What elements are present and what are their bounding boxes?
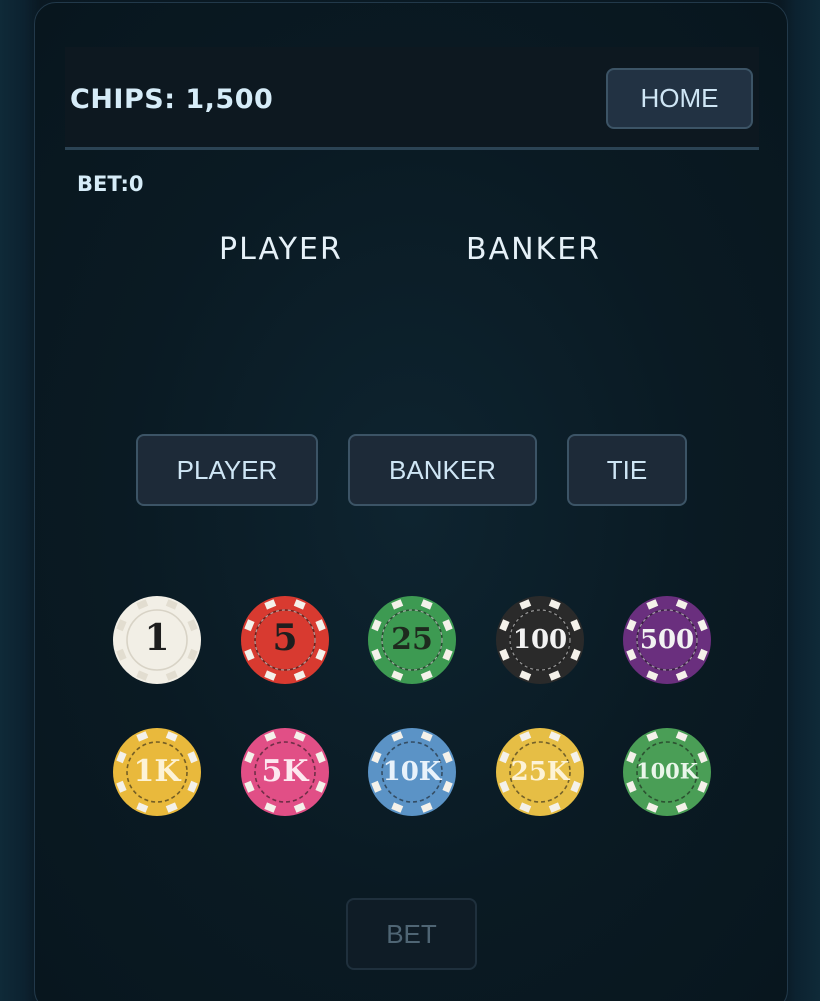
chip-value-label: 10K bbox=[383, 757, 443, 787]
chip-100[interactable]: 100 bbox=[495, 595, 585, 685]
bet-player-button[interactable]: PLAYER bbox=[136, 434, 318, 506]
chip-value-label: 25 bbox=[391, 622, 433, 657]
banker-hand-label: BANKER bbox=[466, 232, 602, 267]
chip-25k[interactable]: 25K bbox=[495, 727, 585, 817]
place-bet-button[interactable]: BET bbox=[346, 898, 477, 970]
chip-1[interactable]: 1 bbox=[112, 595, 202, 685]
chip-value-label: 100 bbox=[513, 625, 567, 655]
chip-value-label: 5 bbox=[272, 617, 297, 659]
chip-value-label: 1K bbox=[134, 754, 182, 789]
chip-5k[interactable]: 5K bbox=[240, 727, 330, 817]
chip-value-label: 5K bbox=[262, 754, 310, 789]
chip-10k[interactable]: 10K bbox=[367, 727, 457, 817]
chip-1k[interactable]: 1K bbox=[112, 727, 202, 817]
bet-tie-button[interactable]: TIE bbox=[567, 434, 687, 506]
home-button[interactable]: HOME bbox=[606, 68, 753, 129]
chip-value-label: 25K bbox=[511, 757, 571, 787]
chip-value-label: 1 bbox=[144, 617, 169, 659]
chip-value-label: 100K bbox=[636, 759, 699, 784]
chip-25[interactable]: 25 bbox=[367, 595, 457, 685]
player-hand-label: PLAYER bbox=[219, 232, 343, 267]
chip-5[interactable]: 5 bbox=[240, 595, 330, 685]
bet-banker-button[interactable]: BANKER bbox=[348, 434, 537, 506]
current-bet: BET:0 bbox=[77, 172, 144, 196]
chip-100k[interactable]: 100K bbox=[622, 727, 712, 817]
chip-value-label: 500 bbox=[640, 625, 694, 655]
chips-balance: CHIPS: 1,500 bbox=[70, 84, 274, 115]
chip-500[interactable]: 500 bbox=[622, 595, 712, 685]
